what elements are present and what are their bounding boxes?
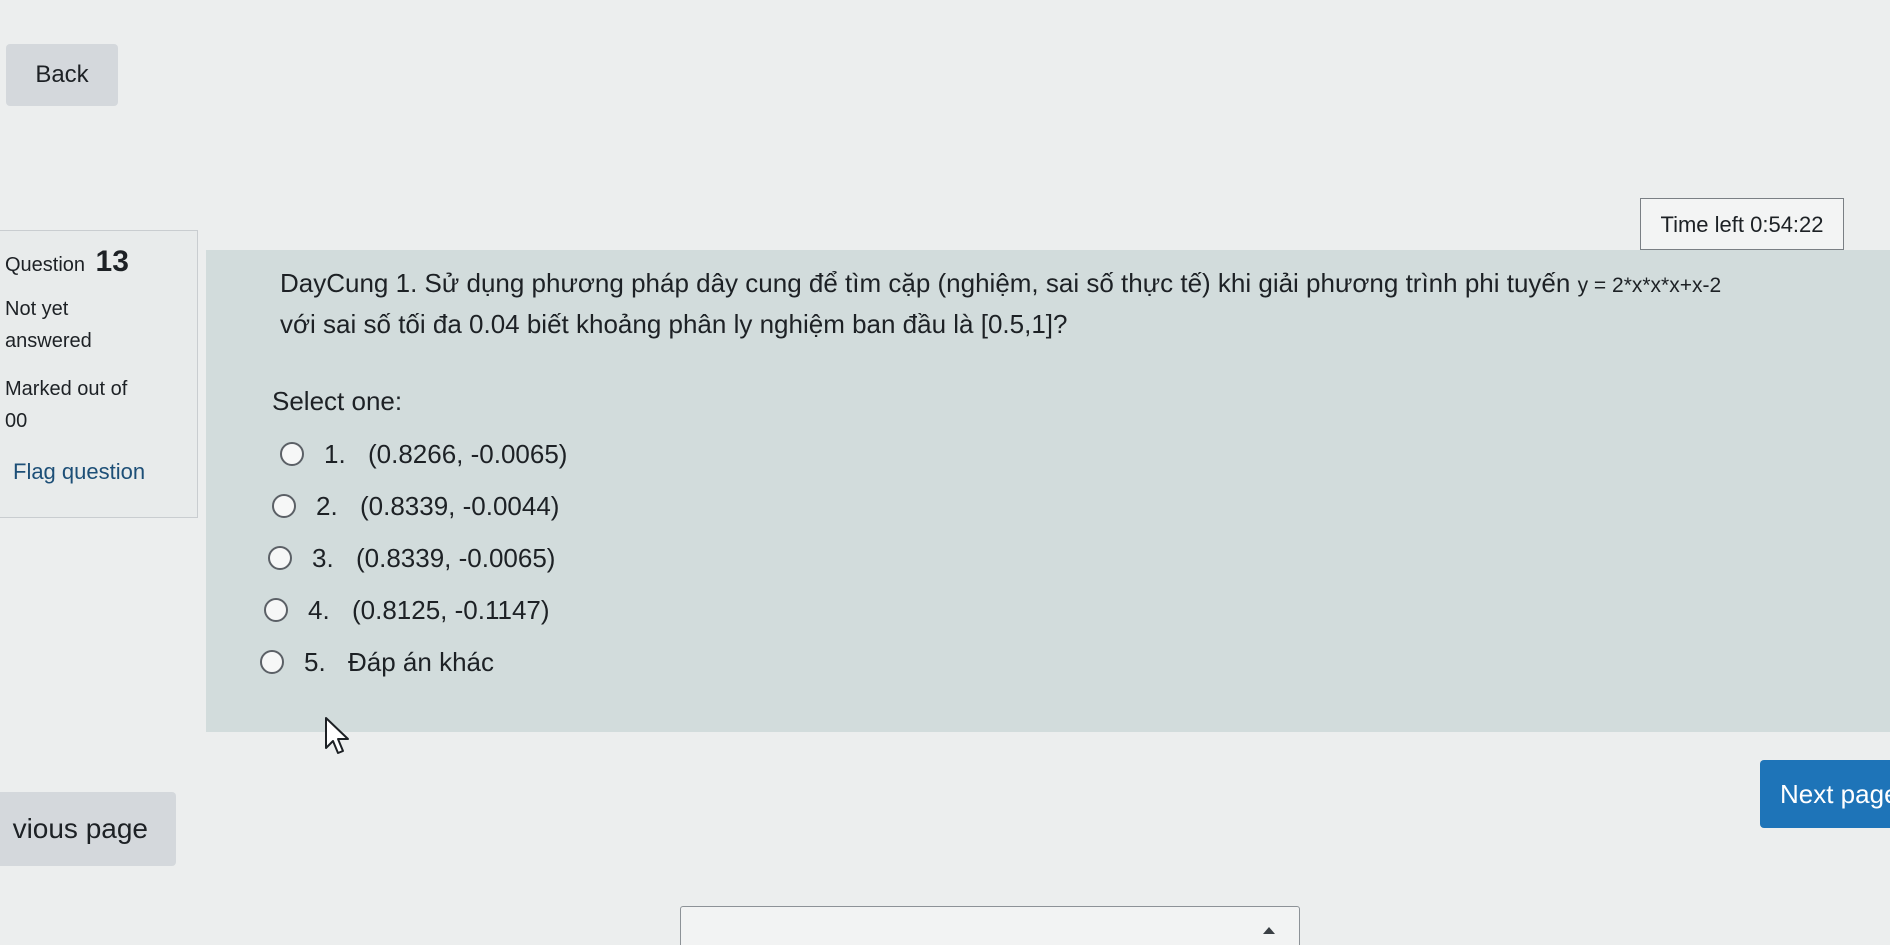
question-formula: y = 2*x*x*x+x-2 (1577, 274, 1722, 297)
mouse-cursor-icon (325, 717, 349, 754)
answer-number: 2. (316, 490, 338, 521)
answer-label: (0.8266, -0.0065) (368, 438, 568, 469)
radio-button[interactable] (264, 598, 288, 622)
question-interval: [0.5,1] (980, 309, 1054, 339)
marked-out-of: Marked out of (5, 378, 128, 400)
question-text-part2: với sai số tối đa 0.04 biết khoảng phân … (280, 309, 981, 339)
question-info-panel: Question 13 Not yet answered Marked out … (0, 230, 198, 518)
question-heading: Question 13 (5, 245, 197, 279)
quiz-page: Back Time left 0:54:22 Question 13 Not y… (0, 0, 1890, 945)
question-text: DayCung 1. Sử dụng phương pháp dây cung … (280, 264, 1860, 343)
answer-label: Đáp án khác (348, 646, 494, 677)
caret-up-icon (1263, 927, 1275, 934)
answer-list: 1. (0.8266, -0.0065) 2. (0.8339, -0.0044… (260, 428, 567, 688)
answer-option-4[interactable]: 4. (0.8125, -0.1147) (264, 584, 567, 636)
flag-question-link[interactable]: Flag question (5, 459, 197, 485)
answer-option-5[interactable]: 5. Đáp án khác (260, 636, 567, 688)
question-content: DayCung 1. Sử dụng phương pháp dây cung … (206, 250, 1890, 732)
question-label: Question (5, 254, 86, 276)
answer-label: (0.8339, -0.0065) (356, 542, 556, 573)
radio-button[interactable] (280, 442, 304, 466)
question-status-cont: answered (5, 330, 92, 352)
time-left: Time left 0:54:22 (1640, 198, 1844, 250)
question-text-end: ? (1053, 309, 1068, 339)
question-text-part1: DayCung 1. Sử dụng phương pháp dây cung … (280, 268, 1578, 298)
answer-label: (0.8339, -0.0044) (360, 490, 560, 521)
radio-button[interactable] (272, 494, 296, 518)
next-page-button[interactable]: Next page (1760, 760, 1890, 828)
answer-number: 3. (312, 542, 334, 573)
back-button[interactable]: Back (6, 44, 118, 106)
answer-label: (0.8125, -0.1147) (352, 594, 550, 625)
answer-number: 5. (304, 646, 326, 677)
answer-option-1[interactable]: 1. (0.8266, -0.0065) (280, 428, 567, 480)
answer-option-2[interactable]: 2. (0.8339, -0.0044) (272, 480, 567, 532)
answer-number: 4. (308, 594, 330, 625)
previous-page-button[interactable]: vious page (0, 792, 176, 866)
select-one-label: Select one: (272, 386, 403, 416)
marked-out-of-value: 00 (5, 410, 28, 432)
radio-button[interactable] (268, 546, 292, 570)
answer-option-3[interactable]: 3. (0.8339, -0.0065) (268, 532, 567, 584)
question-status: Not yet (5, 298, 69, 320)
quiz-navigation-dropdown[interactable] (680, 906, 1300, 945)
radio-button[interactable] (260, 650, 284, 674)
question-number: 13 (95, 245, 129, 278)
answer-number: 1. (324, 438, 346, 469)
